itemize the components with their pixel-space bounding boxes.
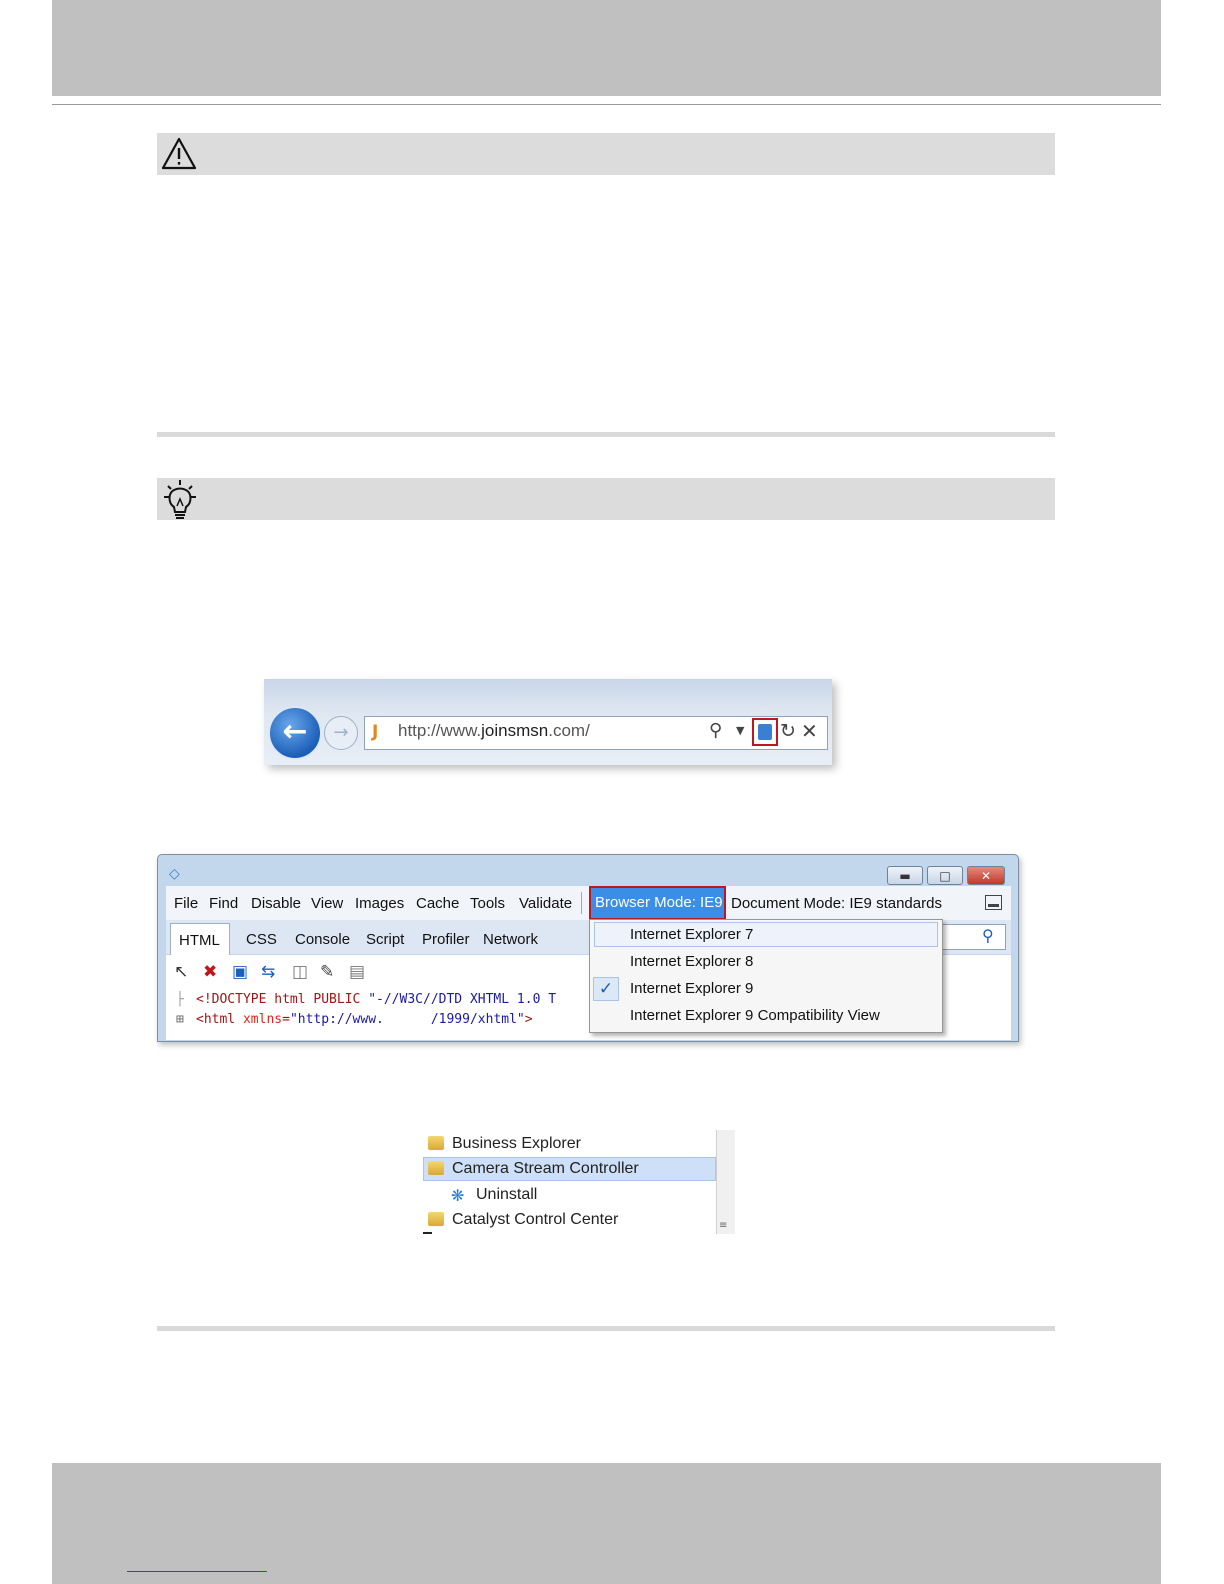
word-wrap-icon[interactable]: ▤ <box>349 962 365 982</box>
refresh-icon[interactable]: ↻ <box>780 720 796 742</box>
menu-tools[interactable]: Tools <box>470 895 505 912</box>
menu-cache[interactable]: Cache <box>416 895 459 912</box>
minimize-button[interactable]: ▬ <box>887 866 923 885</box>
tab-html[interactable]: HTML <box>170 923 230 955</box>
option-ie7[interactable]: Internet Explorer 7 <box>630 926 753 943</box>
tab-console[interactable]: Console <box>295 931 350 948</box>
menu-view[interactable]: View <box>311 895 343 912</box>
back-arrow-icon[interactable]: ← <box>268 706 322 760</box>
folder-icon <box>428 1212 444 1226</box>
start-item-catalyst-control-center[interactable]: Catalyst Control Center <box>452 1211 618 1229</box>
save-icon[interactable]: ▣ <box>232 962 248 982</box>
maximize-button[interactable]: □ <box>927 866 963 885</box>
forward-arrow-icon[interactable]: → <box>324 716 358 750</box>
uninstall-icon: ❋ <box>451 1186 465 1205</box>
developer-tools-icon: ◇ <box>169 866 180 882</box>
code-line-html[interactable]: <html xmlns="http://www. /1999/xhtml"> <box>196 1012 533 1027</box>
search-icon[interactable]: ⚲ <box>709 720 722 741</box>
tab-script[interactable]: Script <box>366 931 404 948</box>
footer-link-underline[interactable] <box>127 1571 267 1572</box>
page-footer-band <box>52 1463 1161 1584</box>
scroll-grip-icon: ≡ <box>719 1220 728 1231</box>
section-separator <box>157 1326 1055 1331</box>
warning-icon <box>161 137 197 170</box>
chevron-down-icon[interactable]: ▼ <box>736 724 744 737</box>
expand-icon[interactable]: ⊞ <box>176 1012 184 1027</box>
menu-images[interactable]: Images <box>355 895 404 912</box>
option-ie8[interactable]: Internet Explorer 8 <box>630 953 753 970</box>
menu-disable[interactable]: Disable <box>251 895 301 912</box>
edit-icon[interactable]: ✎ <box>320 962 334 982</box>
view-source-icon[interactable]: ◫ <box>292 962 308 982</box>
checkmark-icon: ✓ <box>593 977 619 1001</box>
dev-search-input[interactable] <box>940 924 1006 950</box>
tree-connector: ├ <box>176 992 184 1007</box>
start-item-uninstall[interactable]: Uninstall <box>476 1186 537 1204</box>
folder-icon <box>428 1136 444 1150</box>
menu-find[interactable]: Find <box>209 895 238 912</box>
option-ie9[interactable]: Internet Explorer 9 <box>630 980 753 997</box>
search-icon[interactable]: ⚲ <box>982 926 994 945</box>
menu-divider <box>581 892 582 914</box>
stop-icon[interactable]: ✕ <box>801 719 818 743</box>
tip-note-bar <box>157 478 1055 520</box>
folder-icon <box>428 1161 444 1175</box>
text-cursor <box>423 1232 432 1234</box>
tab-css[interactable]: CSS <box>246 931 277 948</box>
code-line-doctype[interactable]: <!DOCTYPE html PUBLIC "-//W3C//DTD XHTML… <box>196 992 556 1007</box>
start-item-camera-stream-controller[interactable]: Camera Stream Controller <box>452 1160 639 1178</box>
pin-panel-icon[interactable] <box>985 895 1002 910</box>
close-button[interactable]: ✕ <box>967 866 1005 885</box>
compatibility-view-button[interactable] <box>752 718 778 746</box>
tab-network[interactable]: Network <box>483 931 538 948</box>
caution-note-bar <box>157 133 1055 175</box>
option-ie9-compat[interactable]: Internet Explorer 9 Compatibility View <box>630 1007 880 1024</box>
clear-icon[interactable]: ✖ <box>203 962 217 982</box>
menu-file[interactable]: File <box>174 895 198 912</box>
section-separator <box>157 432 1055 437</box>
site-favicon-icon: J <box>372 722 379 742</box>
menu-validate[interactable]: Validate <box>519 895 572 912</box>
start-item-business-explorer[interactable]: Business Explorer <box>452 1135 581 1153</box>
browser-mode-menu[interactable]: Browser Mode: IE9 <box>589 886 726 920</box>
header-rule <box>52 104 1161 105</box>
scrollbar[interactable] <box>716 1130 735 1234</box>
address-url-text: http://www.joinsmsn.com/ <box>398 721 590 740</box>
select-element-icon[interactable]: ↖ <box>174 962 188 982</box>
tab-profiler[interactable]: Profiler <box>422 931 470 948</box>
document-mode-menu[interactable]: Document Mode: IE9 standards <box>731 895 942 912</box>
lightbulb-icon <box>164 480 196 519</box>
refresh-dom-icon[interactable]: ⇆ <box>261 962 275 982</box>
page-header-band <box>52 0 1161 96</box>
compatibility-view-icon <box>758 724 772 740</box>
